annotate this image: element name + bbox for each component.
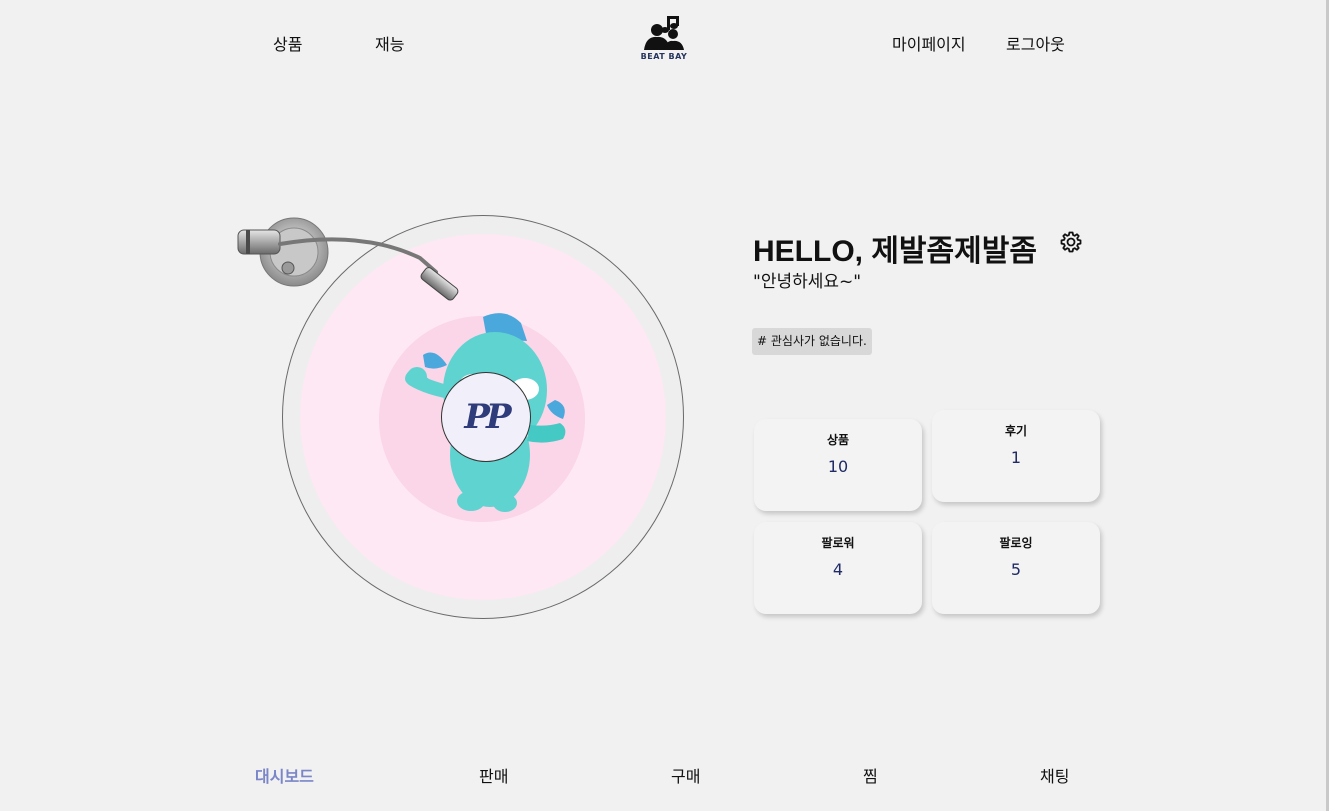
tab-purchase[interactable]: 구매	[671, 763, 700, 787]
stat-card-following[interactable]: 팔로잉 5	[932, 522, 1100, 614]
tab-chat[interactable]: 채팅	[1040, 763, 1069, 787]
profile-bio: "안녕하세요~"	[753, 272, 862, 292]
tab-wishlist[interactable]: 찜	[863, 763, 878, 787]
nav-logout[interactable]: 로그아웃	[1006, 31, 1065, 55]
profile-greeting: HELLO, 제발좀제발좀	[753, 235, 1037, 268]
gear-icon	[1060, 231, 1082, 253]
beat-bay-logo[interactable]: BEAT BAY	[636, 14, 692, 64]
nav-talent[interactable]: 재능	[375, 31, 404, 55]
stat-label: 후기	[1004, 424, 1028, 438]
stat-value: 10	[827, 457, 849, 476]
tab-dashboard[interactable]: 대시보드	[255, 763, 314, 787]
logo-text: BEAT BAY	[640, 52, 688, 61]
stat-card-products[interactable]: 상품 10	[754, 419, 922, 511]
stat-value: 5	[1010, 560, 1022, 579]
stat-value: 1	[1010, 448, 1022, 467]
stat-label: 팔로잉	[999, 536, 1033, 550]
interest-tag: # 관심사가 없습니다.	[752, 328, 872, 355]
nav-mypage[interactable]: 마이페이지	[892, 31, 966, 55]
record-label: PP	[441, 372, 531, 462]
logo-icon	[644, 16, 684, 50]
stat-value: 4	[832, 560, 844, 579]
stat-label: 팔로워	[821, 536, 855, 550]
stat-card-followers[interactable]: 팔로워 4	[754, 522, 922, 614]
stat-label: 상품	[826, 433, 850, 447]
tab-sales[interactable]: 판매	[479, 763, 508, 787]
nav-products[interactable]: 상품	[273, 31, 302, 55]
tonearm	[237, 217, 459, 301]
settings-button[interactable]	[1059, 230, 1083, 254]
stat-card-reviews[interactable]: 후기 1	[932, 410, 1100, 502]
